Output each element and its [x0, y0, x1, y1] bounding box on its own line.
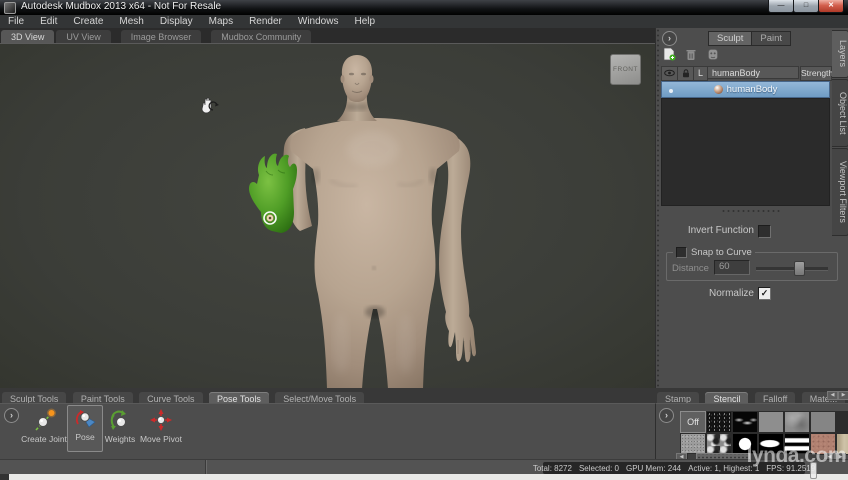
menu-windows[interactable]: Windows	[290, 15, 347, 28]
stencil-expand-button[interactable]: ›	[659, 408, 674, 423]
layer-strength-header[interactable]: Strength	[800, 66, 833, 81]
weights-icon	[110, 410, 126, 430]
lock-icon	[682, 69, 689, 78]
menu-file[interactable]: File	[0, 15, 32, 28]
tray-tabs-scroll-right[interactable]: ▶	[838, 391, 848, 400]
human-model[interactable]	[0, 44, 655, 389]
side-tab-viewport-filters[interactable]: Viewport Filters	[832, 148, 848, 236]
tool-label: Move Pivot	[139, 434, 183, 444]
snap-legend: Snap to Curve	[673, 247, 755, 258]
menu-bar: File Edit Create Mesh Display Maps Rende…	[0, 15, 848, 29]
view-tab-bar: 3D View UV View Image Browser Mudbox Com…	[0, 28, 656, 43]
status-selected: Selected: 0	[578, 463, 619, 473]
layer-visibility-header[interactable]	[661, 66, 678, 81]
stencil-thumb-cloud[interactable]	[784, 411, 810, 433]
window-title: Autodesk Mudbox 2013 x64 - Not For Resal…	[21, 1, 222, 12]
properties-panel: › Sculpt Paint L humanBody Strength huma…	[655, 28, 848, 388]
distance-slider-handle[interactable]	[794, 261, 805, 276]
panel-resize-grip[interactable]	[656, 28, 660, 388]
layer-lock-header[interactable]	[677, 66, 694, 81]
menu-maps[interactable]: Maps	[201, 15, 241, 28]
snap-to-curve-label: Snap to Curve	[691, 247, 752, 258]
tool-label: Create Joint	[21, 434, 67, 444]
delete-layer-icon[interactable]	[685, 48, 697, 61]
distance-slider-track[interactable]	[756, 267, 828, 271]
pose-icon	[75, 410, 96, 428]
status-divider	[205, 460, 207, 475]
move-pivot-icon	[150, 409, 172, 431]
side-tab-object-list[interactable]: Object List	[832, 79, 848, 147]
layer-list-area[interactable]	[661, 98, 830, 206]
snap-to-curve-checkbox[interactable]	[676, 247, 687, 258]
stencil-thumb-gray-noise[interactable]	[680, 433, 706, 455]
app-icon	[4, 2, 16, 14]
panel-expand-button[interactable]: ›	[662, 31, 677, 46]
tray-expand-button[interactable]: ›	[4, 408, 19, 423]
tool-label: Pose	[75, 432, 95, 442]
maximize-button[interactable]: □	[793, 0, 819, 13]
distance-label: Distance	[672, 263, 709, 274]
tab-mudbox-community[interactable]: Mudbox Community	[211, 30, 312, 43]
menu-display[interactable]: Display	[152, 15, 201, 28]
tray-tabs-scroll-left[interactable]: ◀	[827, 391, 838, 400]
layer-letter-header[interactable]: L	[693, 66, 708, 81]
stencil-thumb-fine-noise[interactable]	[836, 411, 848, 433]
new-layer-icon[interactable]	[662, 47, 676, 61]
title-bar: Autodesk Mudbox 2013 x64 - Not For Resal…	[0, 0, 848, 15]
bottom-edge-strip	[0, 474, 848, 480]
invert-function-label: Invert Function	[687, 225, 754, 236]
pose-tools-tray: › Create Joint Pose Weights Move Pivot	[0, 403, 655, 460]
layer-sphere-icon	[713, 85, 723, 94]
tool-label: Weights	[104, 434, 136, 444]
minimize-button[interactable]: —	[768, 0, 794, 13]
bottom-left-notch	[0, 474, 9, 480]
tool-move-pivot[interactable]: Move Pivot	[139, 408, 183, 444]
layer-name-field[interactable]: humanBody	[707, 66, 799, 79]
layer-bullet	[669, 89, 673, 93]
view-cube[interactable]: FRONT	[610, 54, 641, 85]
tab-uv-view[interactable]: UV View	[56, 30, 111, 43]
distance-value-field[interactable]: 60	[714, 260, 750, 275]
section-resize-grip[interactable]	[721, 209, 781, 213]
hand-cursor	[201, 97, 219, 114]
stencil-thumb-plain-2[interactable]	[810, 411, 836, 433]
eye-icon	[664, 69, 675, 77]
mask-icon[interactable]	[707, 48, 719, 61]
layer-row-humanbody[interactable]: humanBody	[661, 81, 830, 98]
menu-help[interactable]: Help	[346, 15, 383, 28]
normalize-label: Normalize	[708, 288, 754, 299]
tool-tab-bar: Sculpt Tools Paint Tools Curve Tools Pos…	[0, 388, 848, 405]
status-gpu-mem: GPU Mem: 244	[625, 463, 682, 473]
menu-render[interactable]: Render	[241, 15, 290, 28]
menu-edit[interactable]: Edit	[32, 15, 65, 28]
create-joint-icon	[35, 408, 56, 431]
normalize-checkbox[interactable]: ✓	[758, 287, 771, 300]
menu-mesh[interactable]: Mesh	[111, 15, 151, 28]
side-tab-layers[interactable]: Layers	[832, 30, 848, 78]
layer-name: humanBody	[726, 84, 778, 95]
tab-sculpt[interactable]: Sculpt	[708, 31, 753, 46]
menu-create[interactable]: Create	[65, 15, 111, 28]
stencil-thumb-blur-blobs[interactable]	[732, 411, 758, 433]
close-button[interactable]: ✕	[818, 0, 844, 13]
viewport-3d[interactable]: FRONT	[0, 43, 655, 389]
watermark: lynda.com	[746, 444, 847, 467]
mode-tab-group: Sculpt Paint	[708, 31, 792, 46]
invert-function-checkbox[interactable]	[758, 225, 771, 238]
tab-3d-view[interactable]: 3D View	[1, 30, 55, 43]
stencil-thumb-splotch[interactable]	[706, 433, 732, 455]
tool-create-joint[interactable]: Create Joint	[20, 408, 68, 444]
status-total: Total: 8272	[532, 463, 572, 473]
tab-paint[interactable]: Paint	[752, 31, 792, 46]
stencil-thumb-speckle[interactable]	[706, 411, 732, 433]
tab-image-browser[interactable]: Image Browser	[120, 30, 202, 43]
status-bar: Total: 8272 Selected: 0 GPU Mem: 244 Act…	[0, 459, 848, 475]
mudbox-window: Autodesk Mudbox 2013 x64 - Not For Resal…	[0, 0, 848, 480]
stencil-thumb-plain[interactable]	[758, 411, 784, 433]
tool-weights[interactable]: Weights	[103, 408, 137, 444]
tool-pose[interactable]: Pose	[67, 405, 103, 452]
stencil-off-button[interactable]: Off	[680, 411, 706, 433]
